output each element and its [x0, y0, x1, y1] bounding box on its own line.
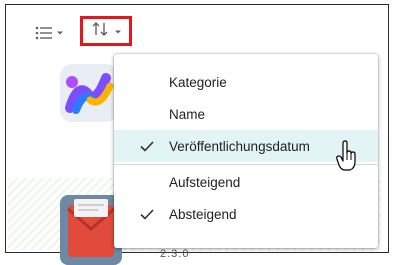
mail-app-icon[interactable]: [60, 195, 122, 265]
sort-button[interactable]: [80, 16, 132, 46]
sort-menu-item-descending[interactable]: Absteigend: [114, 198, 378, 230]
checkmark-icon: [139, 206, 155, 222]
app-version: 2.3.0: [160, 248, 190, 260]
chevron-down-icon: [56, 30, 64, 36]
hand-cursor-icon: [336, 140, 358, 172]
sort-menu-item-name[interactable]: Name: [114, 98, 378, 130]
menu-item-label: Absteigend: [169, 206, 237, 222]
menu-item-label: Kategorie: [169, 74, 227, 90]
checkmark-icon: [139, 138, 155, 154]
menu-item-label: Name: [169, 106, 206, 122]
list-icon: [35, 26, 53, 40]
app-icon[interactable]: [60, 64, 118, 122]
sort-menu-item-category[interactable]: Kategorie: [114, 66, 378, 98]
view-mode-button[interactable]: [35, 22, 77, 44]
sort-arrows-icon: [91, 21, 109, 42]
menu-item-label: Veröffentlichungsdatum: [169, 138, 310, 154]
menu-item-label: Aufsteigend: [169, 174, 241, 190]
chevron-down-icon: [114, 22, 122, 40]
